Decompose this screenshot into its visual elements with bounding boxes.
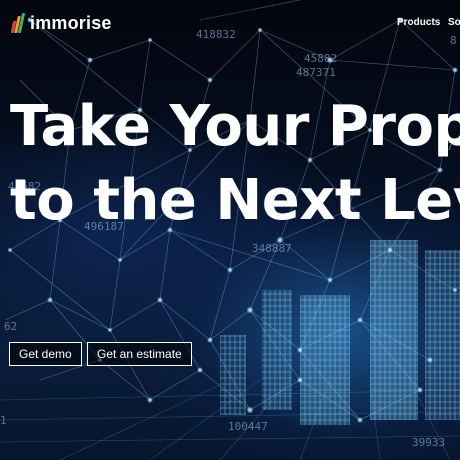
nav-link-solutions[interactable]: So (448, 17, 460, 28)
bg-number: 348887 (252, 242, 292, 255)
building-small (220, 335, 246, 415)
bg-number: 45882 (304, 52, 337, 65)
bg-number: 1 (0, 414, 7, 427)
building-right (425, 250, 460, 420)
building-mid (300, 295, 350, 425)
get-demo-button[interactable]: Get demo (9, 342, 82, 366)
headline-line-2: to the Next Leve (10, 168, 460, 233)
bg-number: 100447 (228, 420, 268, 433)
top-nav: immorise Products So (0, 0, 460, 46)
bg-number: 487371 (296, 66, 336, 79)
bg-number: 62 (4, 320, 17, 333)
brand-logo[interactable]: immorise (10, 12, 112, 34)
bg-number: 39933 (412, 436, 445, 449)
brand-name: immorise (30, 12, 112, 33)
headline-line-1: Take Your Prope (10, 94, 460, 159)
logo-mark-icon (10, 13, 26, 33)
hero-section: 418832 45882 487371 8 44682 348887 49618… (0, 0, 460, 460)
building-tall (370, 240, 418, 420)
building-left (262, 290, 292, 410)
get-estimate-button[interactable]: Get an estimate (87, 342, 192, 366)
hero-headline: Take Your Prope to the Next Leve (10, 90, 460, 238)
nav-link-products[interactable]: Products (397, 17, 440, 28)
